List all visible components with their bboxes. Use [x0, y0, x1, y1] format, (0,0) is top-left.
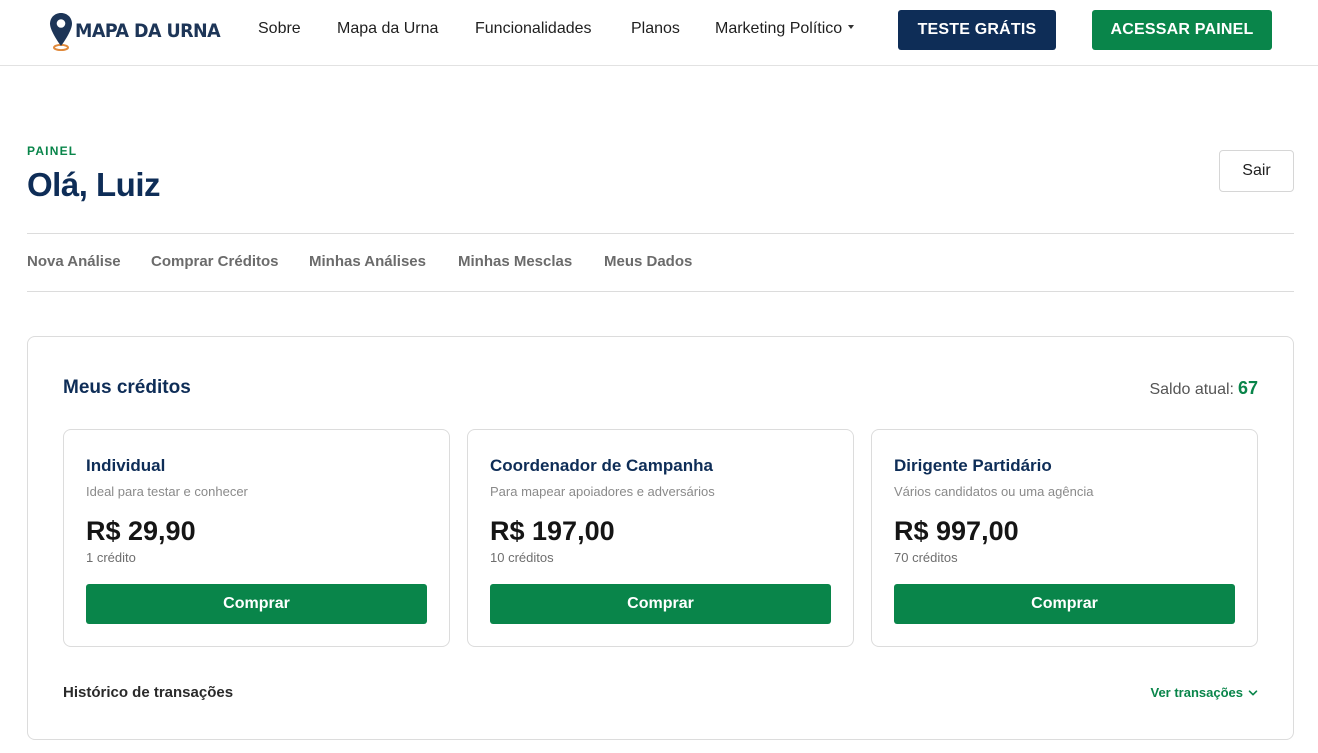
plan-name: Coordenador de Campanha — [490, 456, 713, 475]
plan-card-dirigente: Dirigente Partidário Vários candidatos o… — [871, 429, 1258, 647]
plan-price: R$ 29,90 — [86, 516, 196, 546]
buy-coordenador-button[interactable]: Comprar — [490, 584, 831, 624]
tab-minhas-mesclas[interactable]: Minhas Mesclas — [458, 253, 572, 270]
balance-label: Saldo atual: — [1149, 381, 1234, 398]
buy-dirigente-button[interactable]: Comprar — [894, 584, 1235, 624]
divider-top — [27, 233, 1294, 234]
tab-nova-analise[interactable]: Nova Análise — [27, 253, 121, 270]
nav-link-marketing-politico[interactable]: Marketing Político — [715, 20, 855, 38]
plan-card-coordenador: Coordenador de Campanha Para mapear apoi… — [467, 429, 854, 647]
page-title: Olá, Luiz — [27, 166, 161, 203]
plan-description: Para mapear apoiadores e adversários — [490, 484, 715, 499]
plan-name: Individual — [86, 456, 166, 475]
plan-credits: 1 crédito — [86, 550, 136, 565]
view-transactions-label: Ver transações — [1150, 685, 1243, 700]
logo-text: MAPA DA URNA — [75, 20, 221, 42]
top-navigation-bar: MAPA DA URNA Sobre Mapa da Urna Funciona… — [0, 0, 1318, 66]
nav-link-funcionalidades[interactable]: Funcionalidades — [475, 20, 592, 38]
tab-comprar-creditos[interactable]: Comprar Créditos — [151, 253, 279, 270]
map-pin-icon — [50, 13, 72, 51]
nav-link-marketing-politico-label: Marketing Político — [715, 20, 843, 37]
credit-balance: Saldo atual: 67 — [1149, 378, 1258, 399]
plan-description: Vários candidatos ou uma agência — [894, 484, 1094, 499]
plan-description: Ideal para testar e conhecer — [86, 484, 248, 499]
plan-price: R$ 997,00 — [894, 516, 1019, 546]
plan-price: R$ 197,00 — [490, 516, 615, 546]
nav-link-sobre[interactable]: Sobre — [258, 20, 301, 38]
plan-credits: 70 créditos — [894, 550, 958, 565]
buy-individual-button[interactable]: Comprar — [86, 584, 427, 624]
credits-card: Meus créditos Saldo atual: 67 Individual … — [27, 336, 1294, 740]
credits-title: Meus créditos — [63, 377, 191, 398]
divider-bottom — [27, 291, 1294, 292]
free-trial-button[interactable]: TESTE GRÁTIS — [898, 10, 1056, 50]
plan-name: Dirigente Partidário — [894, 456, 1052, 475]
caret-down-icon — [848, 24, 855, 29]
tab-minhas-analises[interactable]: Minhas Análises — [309, 253, 426, 270]
logout-button[interactable]: Sair — [1219, 150, 1294, 192]
plan-card-individual: Individual Ideal para testar e conhecer … — [63, 429, 450, 647]
transaction-history-label: Histórico de transações — [63, 684, 234, 701]
brand-logo[interactable]: MAPA DA URNA — [48, 10, 233, 52]
page-eyebrow: PAINEL — [27, 144, 78, 158]
view-transactions-link[interactable]: Ver transações — [1150, 685, 1258, 700]
plan-credits: 10 créditos — [490, 550, 554, 565]
access-panel-button[interactable]: ACESSAR PAINEL — [1092, 10, 1272, 50]
nav-link-planos[interactable]: Planos — [631, 20, 680, 38]
nav-link-mapa-da-urna[interactable]: Mapa da Urna — [337, 20, 438, 38]
chevron-down-icon — [1248, 689, 1258, 695]
tab-meus-dados[interactable]: Meus Dados — [604, 253, 692, 270]
balance-value: 67 — [1237, 378, 1258, 398]
